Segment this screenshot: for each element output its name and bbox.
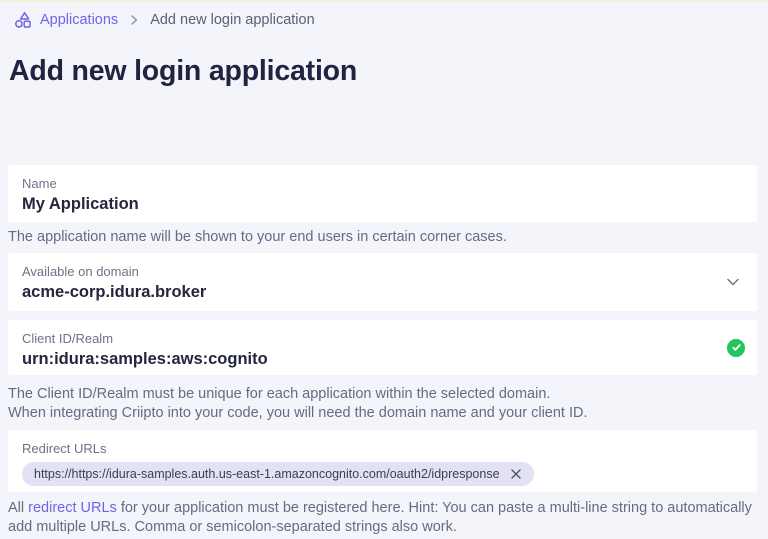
name-helper-text: The application name will be shown to yo…	[8, 229, 507, 245]
domain-label: Available on domain	[22, 264, 139, 279]
client-id-helper-line1: The Client ID/Realm must be unique for e…	[8, 386, 551, 402]
page-title: Add new login application	[9, 55, 358, 87]
redirect-url-chip-text: https://https://idura-samples.auth.us-ea…	[34, 467, 500, 481]
domain-select[interactable]: Available on domain acme-corp.idura.brok…	[8, 253, 757, 311]
shapes-icon	[14, 11, 32, 29]
client-id-helper-line2: When integrating Criipto into your code,…	[8, 404, 588, 421]
redirect-urls-input[interactable]: Redirect URLs https://https://idura-samp…	[8, 430, 757, 492]
breadcrumb: Applications Add new login application	[14, 11, 315, 29]
chip-remove-x-icon[interactable]	[509, 467, 523, 481]
redirect-helper-prefix: All	[8, 500, 29, 516]
chevron-right-icon	[127, 13, 141, 27]
redirect-urls-link[interactable]: redirect URLs	[28, 500, 117, 516]
client-id-input[interactable]: Client ID/Realm urn:idura:samples:aws:co…	[8, 320, 757, 375]
top-strip	[0, 0, 768, 2]
client-id-helper-text: The Client ID/Realm must be unique for e…	[8, 385, 760, 422]
chevron-down-icon[interactable]	[724, 273, 742, 291]
domain-value: acme-corp.idura.broker	[22, 283, 207, 301]
name-input[interactable]: Name My Application	[8, 165, 757, 222]
client-id-label: Client ID/Realm	[22, 331, 114, 346]
redirect-urls-helper-text: All redirect URLs for your application m…	[8, 499, 760, 536]
breadcrumb-root-label: Applications	[40, 12, 119, 28]
redirect-helper-suffix: for your application must be registered …	[8, 500, 752, 535]
breadcrumb-link-applications[interactable]: Applications	[14, 11, 118, 29]
name-value: My Application	[22, 195, 139, 213]
redirect-url-chip: https://https://idura-samples.auth.us-ea…	[22, 462, 534, 486]
name-label: Name	[22, 176, 57, 191]
client-id-value: urn:idura:samples:aws:cognito	[22, 350, 268, 368]
check-circle-icon	[727, 338, 745, 357]
redirect-url-chip-row: https://https://idura-samples.auth.us-ea…	[22, 462, 743, 486]
redirect-urls-label: Redirect URLs	[22, 441, 107, 456]
breadcrumb-current-label: Add new login application	[150, 12, 315, 28]
